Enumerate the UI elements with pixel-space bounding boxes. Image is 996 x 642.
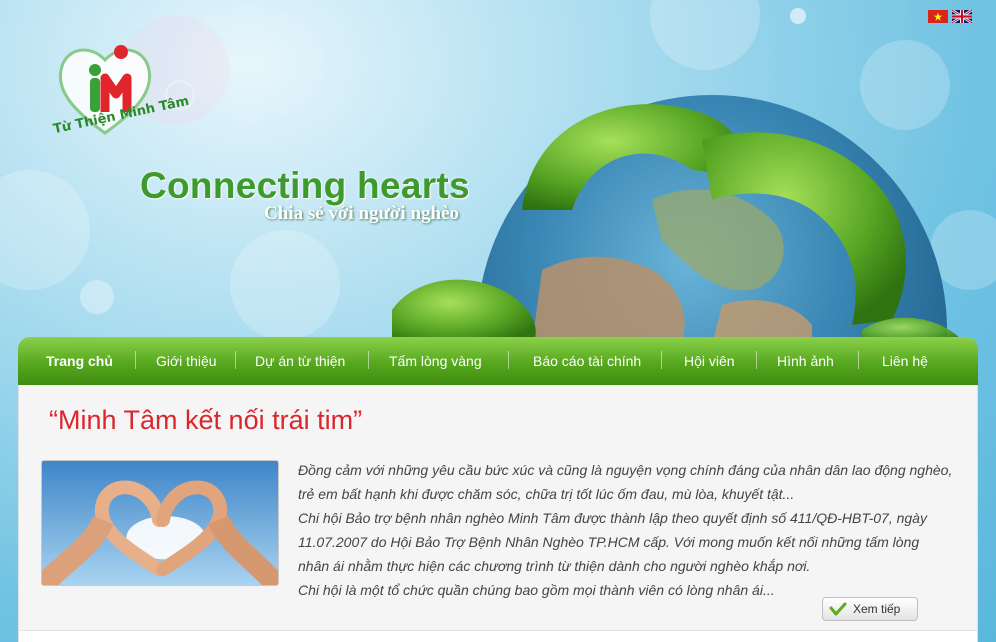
decor-bubble <box>80 280 114 314</box>
nav-divider <box>756 351 757 369</box>
checkmark-icon <box>829 602 847 616</box>
nav-item-about[interactable]: Giới thiệu <box>156 353 217 369</box>
section-title: “Minh Tâm kết nối trái tim” <box>49 405 363 435</box>
vietnam-flag-icon[interactable] <box>928 10 948 23</box>
content-bottom-bar <box>19 630 977 642</box>
decor-bubble <box>0 170 90 290</box>
intro-text: Đồng cảm với những yêu cầu bức xúc và cũ… <box>298 458 953 602</box>
nav-item-projects[interactable]: Dự án từ thiện <box>255 353 345 369</box>
nav-item-golden-hearts[interactable]: Tấm lòng vàng <box>389 353 482 369</box>
intro-paragraph: Đồng cảm với những yêu cầu bức xúc và cũ… <box>298 462 953 502</box>
intro-paragraph: Chi hội Bảo trợ bệnh nhân nghèo Minh Tâm… <box>298 510 927 574</box>
main-content: “Minh Tâm kết nối trái tim” Đồng cảm với… <box>18 385 978 642</box>
nav-item-members[interactable]: Hội viên <box>684 353 735 369</box>
nav-divider <box>135 351 136 369</box>
heart-hands-image <box>41 460 279 586</box>
nav-item-financial-report[interactable]: Báo cáo tài chính <box>533 353 641 369</box>
read-more-label: Xem tiếp <box>853 602 901 616</box>
main-nav: Trang chủ Giới thiệu Dự án từ thiện Tấm … <box>18 337 978 385</box>
decor-bubble <box>650 0 760 70</box>
nav-item-contact[interactable]: Liên hệ <box>882 353 928 369</box>
nav-divider <box>235 351 236 369</box>
read-more-button[interactable]: Xem tiếp <box>822 597 918 621</box>
language-switcher <box>928 10 972 23</box>
nav-divider <box>661 351 662 369</box>
decor-bubble <box>230 230 340 340</box>
globe-illustration <box>392 95 962 345</box>
nav-item-gallery[interactable]: Hình ảnh <box>777 353 834 369</box>
nav-divider <box>858 351 859 369</box>
uk-flag-icon[interactable] <box>952 10 972 23</box>
decor-bubble <box>790 8 806 24</box>
nav-divider <box>508 351 509 369</box>
nav-item-home[interactable]: Trang chủ <box>46 353 113 369</box>
nav-divider <box>368 351 369 369</box>
